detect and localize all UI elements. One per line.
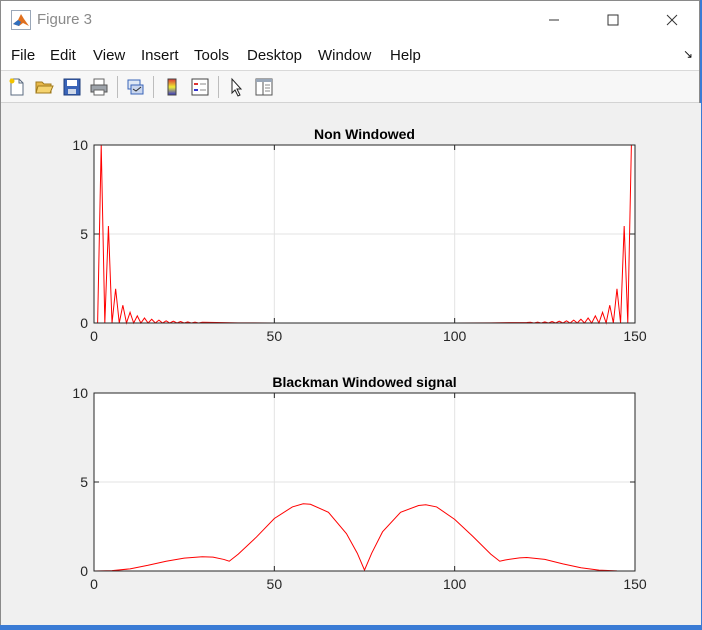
- axes-non-windowed[interactable]: 0 50 100 150 0 5 10 Non Windowed: [72, 126, 646, 344]
- minimize-button[interactable]: [525, 1, 583, 39]
- link-plot-icon[interactable]: [123, 75, 147, 99]
- y-tick-label: 5: [80, 474, 88, 490]
- insert-colorbar-icon[interactable]: [160, 75, 184, 99]
- figure-toolbar: [1, 71, 699, 103]
- figure-plots: 0 50 100 150 0 5 10 Non Windowed 0 50 100 150 0 5 10 B…: [72, 126, 646, 592]
- toolbar-separator: [153, 76, 154, 98]
- axes-blackman-windowed[interactable]: 0 50 100 150 0 5 10 Blackman Windowed signal: [72, 374, 646, 592]
- insert-legend-icon[interactable]: [188, 75, 212, 99]
- close-button[interactable]: [643, 1, 701, 39]
- menu-desktop[interactable]: Desktop: [247, 47, 302, 64]
- x-tick-label: 0: [90, 328, 98, 344]
- close-icon: [666, 14, 678, 26]
- maximize-icon: [607, 14, 619, 26]
- minimize-icon: [549, 19, 559, 21]
- x-tick-label: 50: [267, 328, 283, 344]
- edit-plot-cursor-icon[interactable]: [225, 75, 249, 99]
- axes-title: Blackman Windowed signal: [272, 374, 456, 390]
- figure-canvas: 0 50 100 150 0 5 10 Non Windowed 0 50 100 150 0 5 10 B…: [1, 103, 701, 625]
- menu-tools[interactable]: Tools: [194, 47, 229, 64]
- menu-view[interactable]: View: [93, 47, 125, 64]
- menu-edit[interactable]: Edit: [50, 47, 76, 64]
- title-bar[interactable]: Figure 3: [1, 1, 699, 39]
- x-tick-label: 150: [623, 576, 647, 592]
- x-tick-label: 150: [623, 328, 647, 344]
- toolbar-separator: [117, 76, 118, 98]
- axes-title: Non Windowed: [314, 126, 415, 142]
- menu-file[interactable]: File: [11, 47, 35, 64]
- x-tick-label: 50: [267, 576, 283, 592]
- x-tick-label: 100: [443, 576, 467, 592]
- print-figure-icon[interactable]: [87, 75, 111, 99]
- y-tick-label: 0: [80, 563, 88, 579]
- matlab-logo-icon: [11, 10, 31, 30]
- save-figure-icon[interactable]: [60, 75, 84, 99]
- y-tick-label: 5: [80, 226, 88, 242]
- toolbar-separator: [218, 76, 219, 98]
- new-figure-icon[interactable]: [5, 75, 29, 99]
- y-tick-label: 0: [80, 315, 88, 331]
- menu-help[interactable]: Help: [390, 47, 421, 64]
- menu-insert[interactable]: Insert: [141, 47, 179, 64]
- x-tick-label: 0: [90, 576, 98, 592]
- menu-bar: File Edit View Insert Tools Desktop Wind…: [1, 39, 699, 71]
- open-file-icon[interactable]: [32, 75, 56, 99]
- x-tick-label: 100: [443, 328, 467, 344]
- y-tick-label: 10: [72, 385, 88, 401]
- open-property-inspector-icon[interactable]: [252, 75, 276, 99]
- figure-window: Figure 3 File Edit View Insert Tools Des…: [0, 0, 701, 625]
- menu-window[interactable]: Window: [318, 47, 371, 64]
- window-title: Figure 3: [37, 11, 93, 28]
- maximize-button[interactable]: [584, 1, 642, 39]
- y-tick-label: 10: [72, 137, 88, 153]
- dock-arrow-icon[interactable]: ↘: [683, 47, 693, 61]
